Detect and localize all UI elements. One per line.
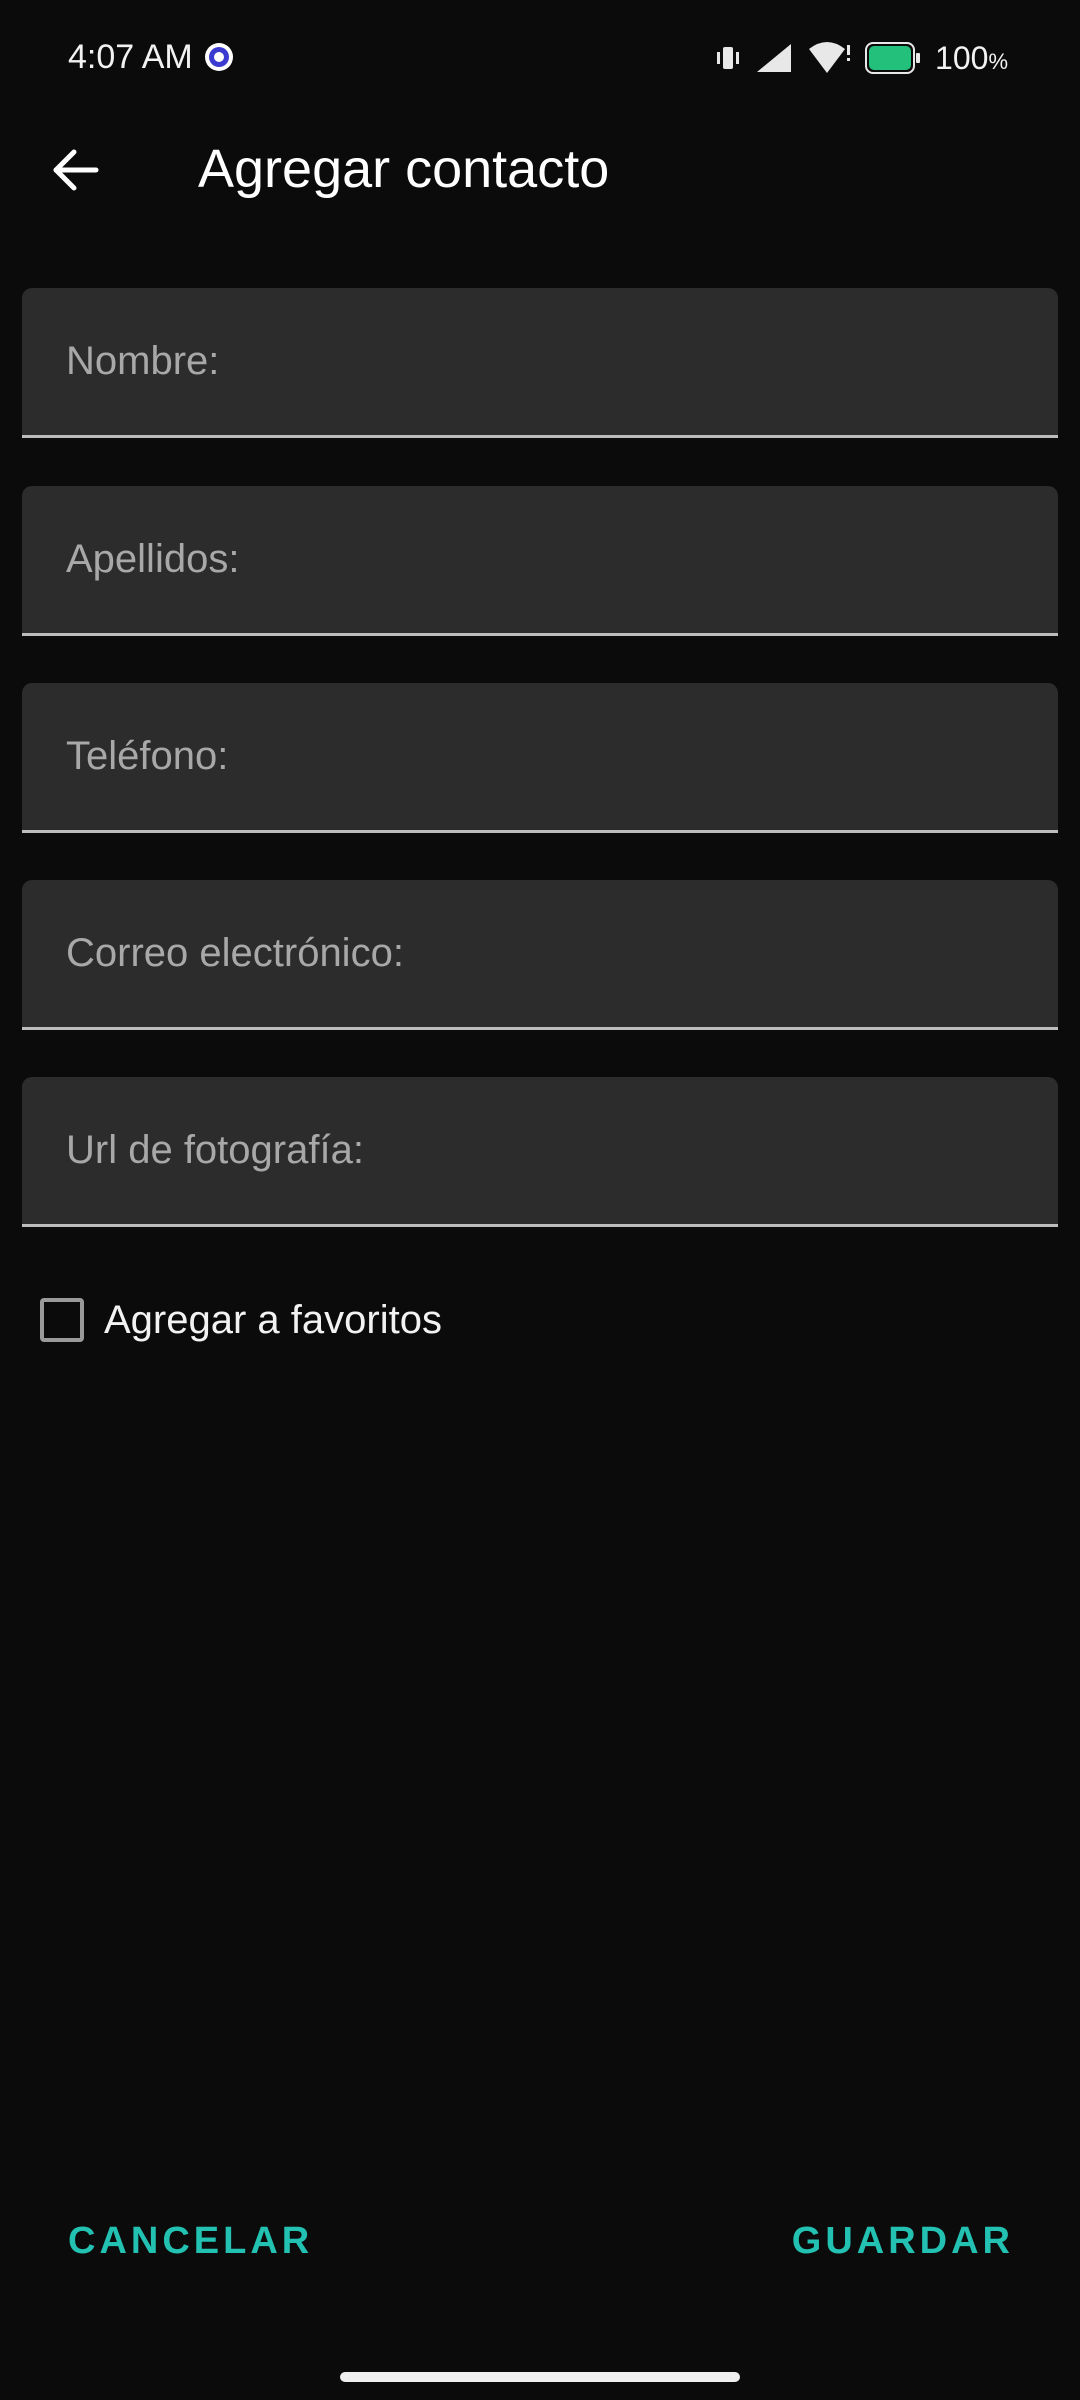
favorite-checkbox-row[interactable]: Agregar a favoritos [40,1290,442,1350]
battery-unit: % [988,48,1008,74]
email-input[interactable] [22,880,1058,1027]
battery-icon [865,42,921,74]
app-bar: Agregar contacto [0,120,1080,220]
surname-field[interactable] [22,486,1058,636]
signal-icon [755,42,793,74]
battery-value: 100 [935,39,989,76]
name-field[interactable] [22,288,1058,438]
phone-field[interactable] [22,683,1058,833]
photo-url-input[interactable] [22,1077,1058,1224]
page-title: Agregar contacto [198,139,610,199]
status-time: 4:07 AM [68,38,193,76]
battery-percentage: 100% [935,40,1008,77]
cancel-button[interactable]: CANCELAR [68,2220,313,2263]
favorite-checkbox[interactable] [40,1298,84,1342]
save-button[interactable]: GUARDAR [792,2220,1014,2263]
wifi-icon [807,41,851,75]
back-button[interactable] [40,134,112,206]
status-bar: 4:07 AM 100% [0,0,1080,120]
phone-input[interactable] [22,683,1058,830]
email-field[interactable] [22,880,1058,1030]
name-input[interactable] [22,288,1058,435]
photo-url-field[interactable] [22,1077,1058,1227]
favorite-label: Agregar a favoritos [104,1297,442,1342]
surname-input[interactable] [22,486,1058,633]
arrow-back-icon [53,149,99,191]
vibrate-icon [715,43,741,73]
status-icons: 100% [715,38,1008,78]
home-indicator[interactable] [340,2372,740,2382]
app-notification-icon [204,42,234,72]
